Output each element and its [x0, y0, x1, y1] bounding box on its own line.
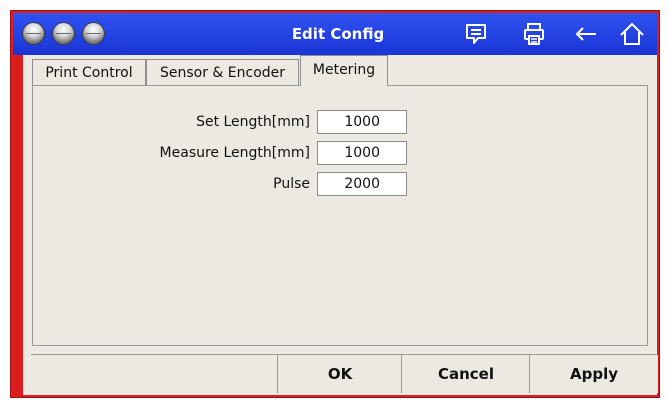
metering-panel: Set Length[mm] Measure Length[mm] Pulse: [32, 85, 648, 346]
window-control-dot[interactable]: [53, 23, 74, 44]
window-title: Edit Config: [291, 25, 385, 43]
window-control-dot[interactable]: [83, 23, 104, 44]
pulse-field[interactable]: [317, 172, 407, 196]
title-bar: Edit Config: [13, 13, 657, 55]
tab-label: Metering: [312, 62, 376, 78]
button-bar: OK Cancel Apply: [31, 354, 658, 393]
tab-label: Print Control: [45, 65, 133, 81]
printer-icon[interactable]: [521, 21, 547, 47]
cancel-button[interactable]: Cancel: [401, 355, 530, 393]
tab-metering[interactable]: Metering: [300, 55, 388, 86]
set-length-field[interactable]: [317, 110, 407, 134]
tab-label: Sensor & Encoder: [159, 65, 286, 81]
set-length-label: Set Length[mm]: [196, 114, 310, 130]
tab-sensor-encoder[interactable]: Sensor & Encoder: [146, 59, 299, 86]
back-arrow-icon[interactable]: [573, 21, 599, 47]
measure-length-label: Measure Length[mm]: [159, 145, 310, 161]
apply-button[interactable]: Apply: [529, 355, 658, 393]
chat-icon[interactable]: [463, 21, 489, 47]
ok-button[interactable]: OK: [277, 355, 402, 393]
window-control-dot[interactable]: [23, 23, 44, 44]
pulse-label: Pulse: [273, 176, 310, 192]
dialog-body: Print Control Sensor & Encoder Metering …: [23, 55, 658, 395]
measure-length-field[interactable]: [317, 141, 407, 165]
tab-print-control[interactable]: Print Control: [32, 59, 146, 86]
home-icon[interactable]: [619, 21, 645, 47]
